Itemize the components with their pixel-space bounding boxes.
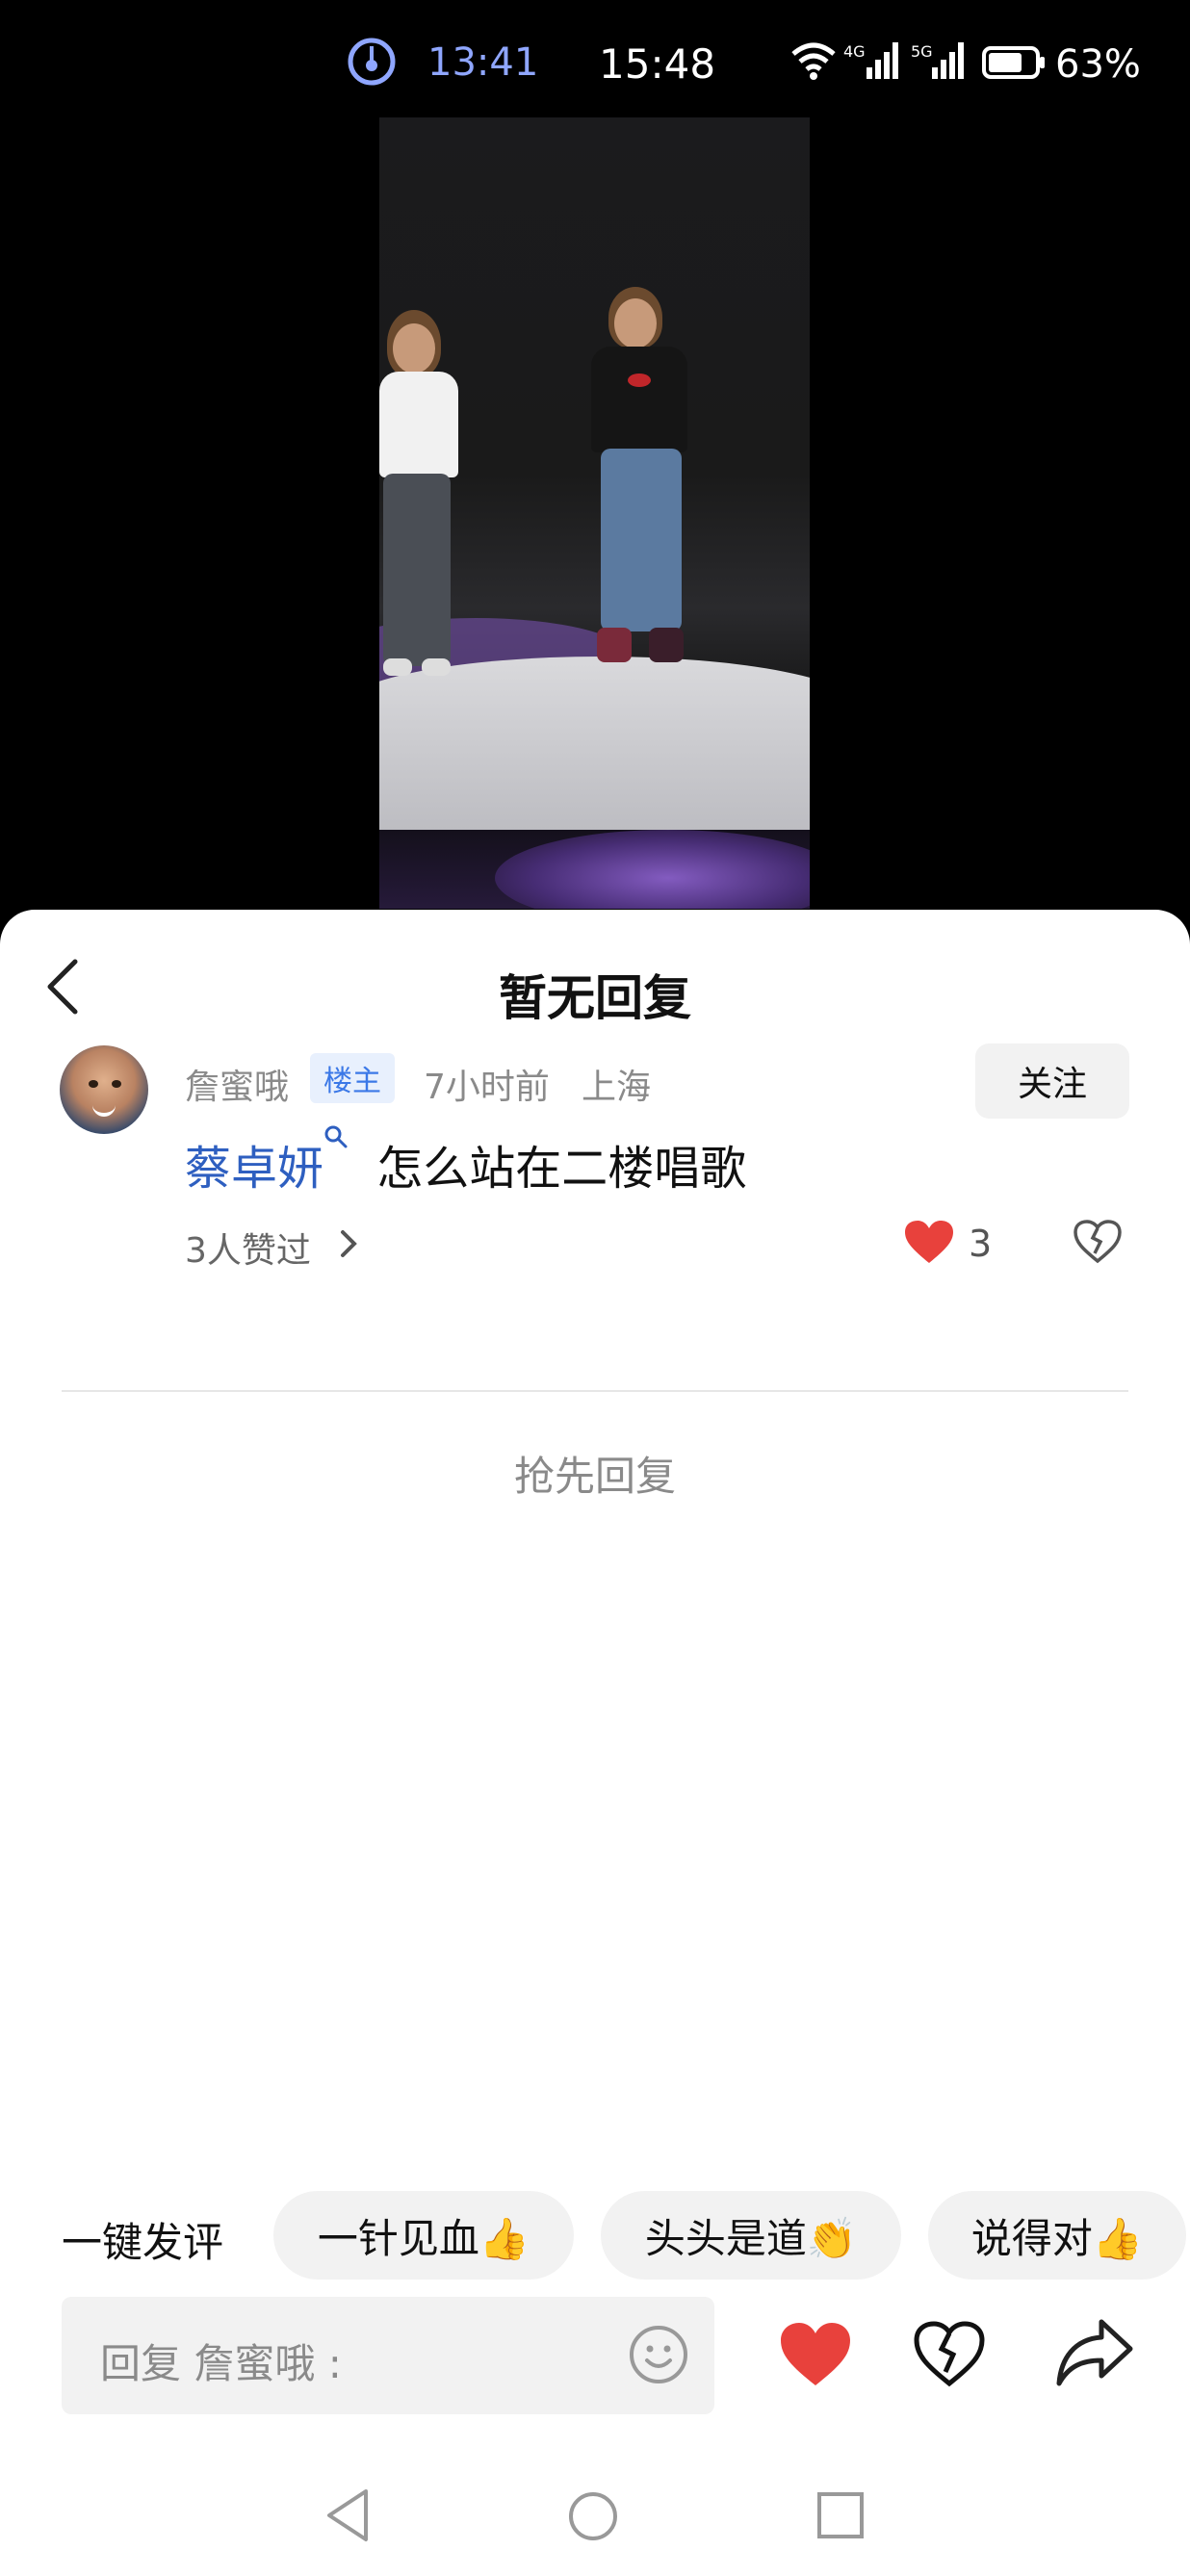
share-icon[interactable] (1055, 2316, 1134, 2387)
sheet-title: 暂无回复 (499, 970, 691, 1026)
performer-right (572, 287, 716, 816)
comment-text: 蔡卓妍 怎么站在二楼唱歌 (185, 1125, 747, 1198)
signal-icon-2 (932, 42, 964, 79)
reply-input[interactable]: 回复 詹蜜哦 : (62, 2297, 714, 2414)
status-bar: 13:41 15:48 4G 5G 63% (0, 0, 1190, 125)
divider (62, 1390, 1128, 1392)
battery-icon (982, 46, 1045, 79)
quick-reply-chip[interactable]: 头头是道👏 (601, 2191, 901, 2280)
like-heart-icon[interactable] (778, 2320, 853, 2387)
signal-icon (867, 42, 898, 79)
video-player[interactable] (379, 117, 810, 909)
network-4g-label: 4G (843, 42, 866, 61)
comment-item: 詹蜜哦 楼主 7小时前 上海 关注 蔡卓妍 怎么站在二楼唱歌 3人赞过 3 (0, 1040, 1190, 1271)
follow-button[interactable]: 关注 (975, 1043, 1129, 1119)
nav-back-icon[interactable] (323, 2487, 372, 2543)
empty-state-text[interactable]: 抢先回复 (0, 1444, 1190, 1503)
nav-home-icon[interactable] (568, 2491, 618, 2541)
comment-username[interactable]: 詹蜜哦 (185, 1059, 289, 1109)
quick-reply-chip[interactable]: 说得对👍 (928, 2191, 1186, 2280)
nav-recent-apps-icon[interactable] (816, 2491, 865, 2539)
navigation-bar (0, 2464, 1190, 2576)
timer-icon (348, 38, 396, 86)
comment-location: 上海 (582, 1068, 652, 1107)
sheet-header: 暂无回复 (0, 910, 1190, 1026)
purple-lights (495, 830, 810, 909)
quick-reply-label: 一键发评 (62, 2219, 224, 2266)
avatar[interactable] (60, 1045, 148, 1134)
owner-badge: 楼主 (310, 1053, 395, 1103)
quick-reply-row: 一键发评 一针见血👍 头头是道👏 说得对👍 (0, 2191, 1190, 2283)
heart-icon[interactable] (903, 1219, 955, 1265)
timer-text: 13:41 (427, 40, 539, 85)
network-5g-label: 5G (911, 42, 933, 61)
battery-percentage: 63% (1055, 42, 1141, 87)
comment-body: 怎么站在二楼唱歌 (362, 1142, 747, 1196)
clock: 15:48 (599, 40, 716, 88)
quick-reply-chip[interactable]: 一针见血👍 (273, 2191, 574, 2280)
performer-left (379, 310, 466, 811)
emoji-icon[interactable] (628, 2324, 689, 2385)
comment-time: 7小时前 (424, 1068, 550, 1107)
like-count: 3 (969, 1223, 993, 1265)
chevron-right-icon (341, 1230, 357, 1257)
reply-input-placeholder: 回复 詹蜜哦 : (100, 2340, 342, 2387)
search-icon[interactable] (323, 1124, 349, 1149)
wifi-icon (791, 42, 836, 80)
mention-link[interactable]: 蔡卓妍 (185, 1142, 323, 1196)
likers-link[interactable]: 3人赞过 (185, 1223, 311, 1273)
broken-heart-icon[interactable] (1073, 1219, 1123, 1265)
dislike-broken-heart-icon[interactable] (913, 2320, 986, 2387)
